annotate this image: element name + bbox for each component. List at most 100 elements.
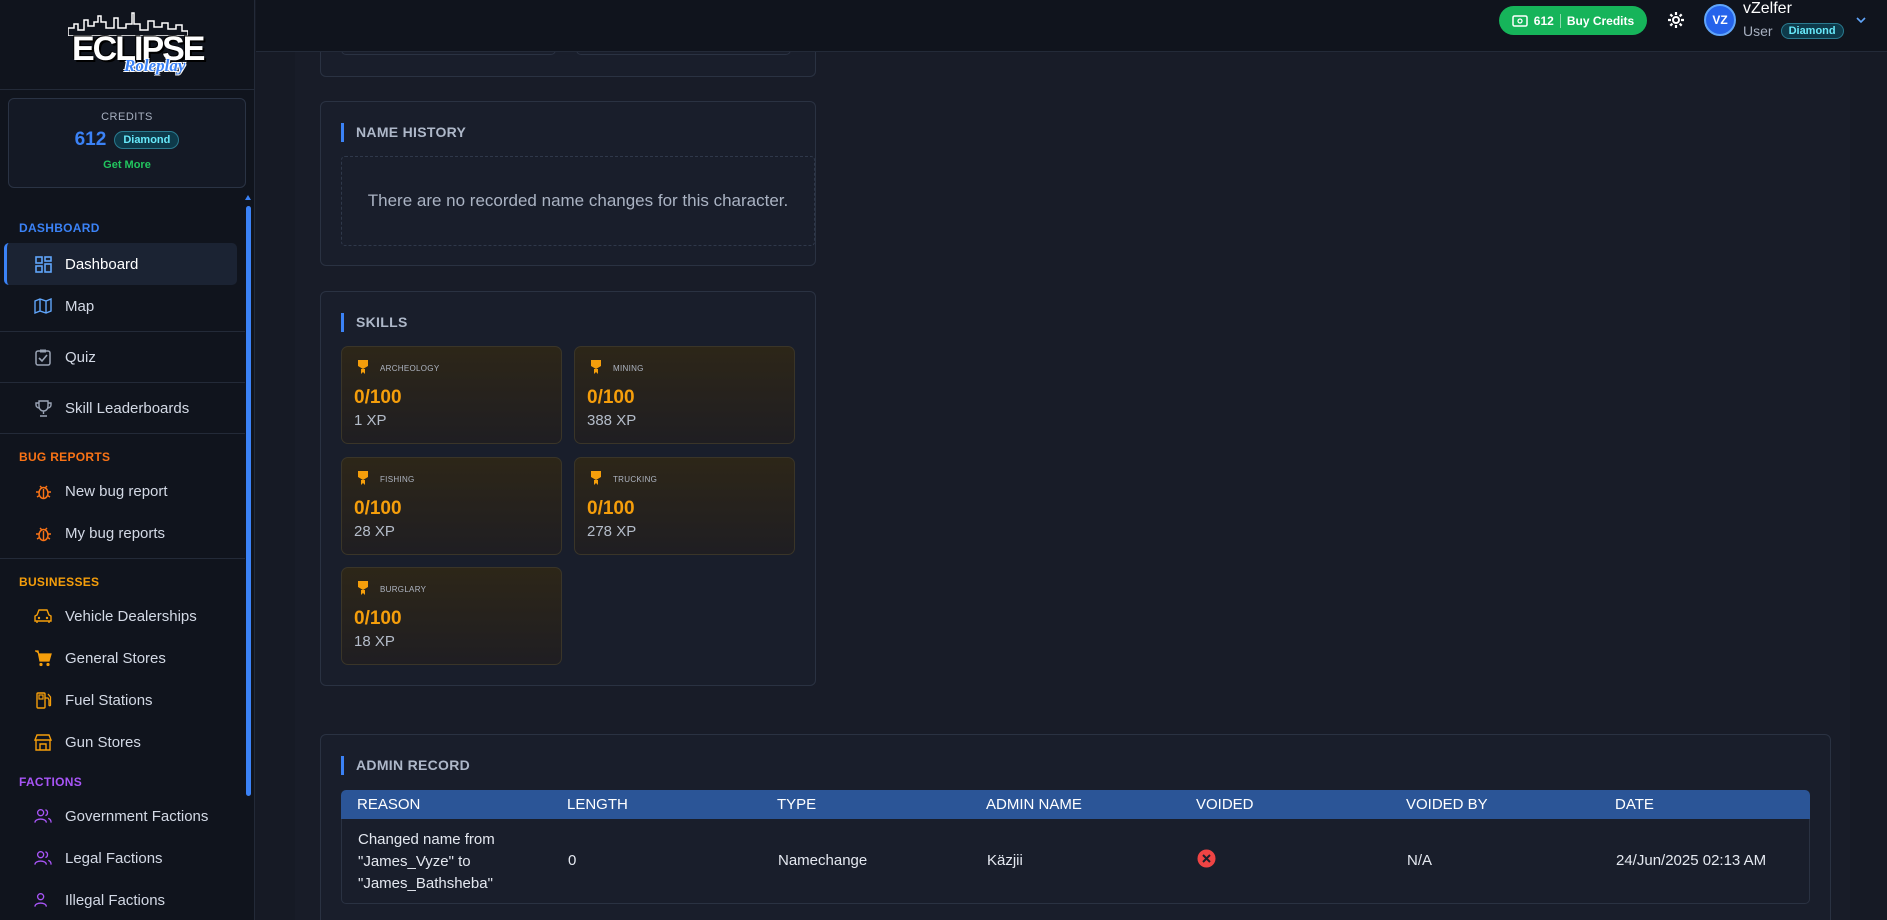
credits-value: 612 bbox=[74, 129, 107, 150]
skill-xp: 388 XP bbox=[587, 412, 637, 429]
reason-line: Changed name from bbox=[358, 831, 495, 848]
skill-xp: 1 XP bbox=[354, 412, 387, 429]
skill-value: 0/100 bbox=[354, 387, 402, 408]
tier-badge: Diamond bbox=[114, 131, 180, 149]
sidebar-item-label: Skill Leaderboards bbox=[65, 399, 190, 417]
sidebar-item-fuel-stations[interactable]: Fuel Stations bbox=[4, 679, 237, 721]
sidebar-item-skill-leaderboards[interactable]: Skill Leaderboards bbox=[4, 387, 237, 429]
sidebar-nav: DASHBOARD Dashboard Map Quiz Skill Leade… bbox=[0, 200, 245, 920]
logo-area[interactable]: ECLIPSE Roleplay bbox=[0, 0, 254, 90]
column-header-length[interactable]: LENGTH bbox=[567, 790, 628, 819]
sidebar-item-illegal-factions[interactable]: Illegal Factions bbox=[4, 879, 237, 920]
table-header: REASON LENGTH TYPE ADMIN NAME VOIDED VOI… bbox=[341, 790, 1810, 819]
skill-card-archeology: ARCHEOLOGY 0/100 1 XP bbox=[341, 346, 562, 444]
credits-label: CREDITS bbox=[101, 111, 153, 123]
skill-name: BURGLARY bbox=[380, 585, 427, 594]
sidebar-item-label: Quiz bbox=[65, 348, 96, 366]
admin-record-card: ADMIN RECORD REASON LENGTH TYPE ADMIN NA… bbox=[320, 734, 1831, 920]
divider bbox=[0, 558, 245, 559]
skill-value: 0/100 bbox=[354, 498, 402, 519]
column-header-voided[interactable]: VOIDED bbox=[1196, 790, 1254, 819]
users-icon bbox=[34, 891, 52, 909]
skill-value: 0/100 bbox=[587, 387, 635, 408]
section-businesses: BUSINESSES bbox=[19, 575, 100, 589]
divider bbox=[0, 331, 245, 332]
sidebar-item-quiz[interactable]: Quiz bbox=[4, 336, 237, 378]
sidebar-item-vehicle-dealerships[interactable]: Vehicle Dealerships bbox=[4, 595, 237, 637]
tier-badge: Diamond bbox=[1780, 23, 1844, 39]
settings-gear-icon[interactable] bbox=[1667, 11, 1685, 29]
sidebar-item-general-stores[interactable]: General Stores bbox=[4, 637, 237, 679]
column-header-voided-by[interactable]: VOIDED BY bbox=[1406, 790, 1488, 819]
sidebar: ECLIPSE Roleplay CREDITS 612 Diamond Get… bbox=[0, 0, 255, 920]
users-icon bbox=[34, 807, 52, 825]
sidebar-item-legal-factions[interactable]: Legal Factions bbox=[4, 837, 237, 879]
bug-icon bbox=[34, 482, 52, 500]
buy-credits-button[interactable]: 612 Buy Credits bbox=[1499, 6, 1647, 35]
fuel-icon bbox=[34, 691, 52, 709]
separator bbox=[1559, 13, 1561, 28]
sidebar-item-map[interactable]: Map bbox=[4, 285, 237, 327]
username[interactable]: vZelfer bbox=[1743, 0, 1792, 18]
cell-reason: Changed name from "James_Vyze" to "James… bbox=[358, 829, 495, 895]
column-header-admin-name[interactable]: ADMIN NAME bbox=[986, 790, 1082, 819]
cell-date: 24/Jun/2025 02:13 AM bbox=[1616, 852, 1767, 869]
role-label: User bbox=[1743, 23, 1773, 39]
column-header-date[interactable]: DATE bbox=[1615, 790, 1654, 819]
skill-card-trucking: TRUCKING 0/100 278 XP bbox=[574, 457, 795, 555]
sidebar-item-gun-stores[interactable]: Gun Stores bbox=[4, 721, 237, 763]
scroll-up-arrow[interactable] bbox=[245, 195, 251, 200]
cell-length: 0 bbox=[568, 852, 577, 869]
trophy-icon bbox=[34, 399, 52, 417]
sidebar-item-government-factions[interactable]: Government Factions bbox=[4, 795, 237, 837]
map-icon bbox=[34, 297, 52, 315]
sidebar-item-label: New bug report bbox=[65, 482, 168, 500]
sidebar-item-label: Government Factions bbox=[65, 807, 209, 825]
buy-credits-label: Buy Credits bbox=[1566, 13, 1635, 28]
reason-line: "James_Vyze" to bbox=[358, 853, 471, 870]
cell-type: Namechange bbox=[778, 852, 868, 869]
sidebar-item-label: Fuel Stations bbox=[65, 691, 153, 709]
money-icon bbox=[1512, 14, 1528, 27]
skill-card-mining: MINING 0/100 388 XP bbox=[574, 346, 795, 444]
sidebar-item-label: Illegal Factions bbox=[65, 891, 166, 909]
sidebar-item-dashboard[interactable]: Dashboard bbox=[4, 243, 237, 285]
skill-name: TRUCKING bbox=[613, 475, 658, 484]
sidebar-item-label: Map bbox=[65, 297, 95, 315]
skill-xp: 18 XP bbox=[354, 633, 395, 650]
column-header-reason[interactable]: REASON bbox=[357, 790, 420, 819]
sidebar-item-new-bug-report[interactable]: New bug report bbox=[4, 470, 237, 512]
section-dashboard: DASHBOARD bbox=[19, 221, 100, 235]
skill-card-burglary: BURGLARY 0/100 18 XP bbox=[341, 567, 562, 665]
divider bbox=[0, 382, 245, 383]
reason-line: "James_Bathsheba" bbox=[358, 875, 493, 892]
award-icon bbox=[358, 471, 368, 485]
award-icon bbox=[358, 360, 368, 374]
divider bbox=[0, 433, 245, 434]
get-more-link[interactable]: Get More bbox=[9, 159, 245, 171]
sidebar-item-my-bug-reports[interactable]: My bug reports bbox=[4, 512, 237, 554]
table-row: Changed name from "James_Vyze" to "James… bbox=[341, 819, 1810, 904]
chevron-down-icon[interactable] bbox=[1855, 14, 1867, 26]
skill-value: 0/100 bbox=[587, 498, 635, 519]
cell-admin-name: Käzjii bbox=[987, 852, 1023, 869]
admin-record-title: ADMIN RECORD bbox=[341, 756, 470, 775]
skills-title: SKILLS bbox=[341, 313, 408, 332]
award-icon bbox=[591, 360, 601, 374]
avatar[interactable]: VZ bbox=[1704, 4, 1736, 36]
skill-name: ARCHEOLOGY bbox=[380, 364, 440, 373]
car-icon bbox=[34, 607, 52, 625]
eclipse-logo[interactable]: ECLIPSE Roleplay bbox=[62, 10, 205, 80]
skill-value: 0/100 bbox=[354, 608, 402, 629]
topbar-credits: 612 bbox=[1533, 13, 1554, 28]
section-bug-reports: BUG REPORTS bbox=[19, 450, 111, 464]
sidebar-item-label: Legal Factions bbox=[65, 849, 163, 867]
sidebar-scrollbar[interactable] bbox=[246, 206, 251, 796]
column-header-type[interactable]: TYPE bbox=[777, 790, 816, 819]
sidebar-item-label: Dashboard bbox=[65, 255, 139, 273]
bug-icon bbox=[34, 524, 52, 542]
sidebar-item-label: General Stores bbox=[65, 649, 166, 667]
name-history-title: NAME HISTORY bbox=[341, 123, 466, 142]
quiz-icon bbox=[34, 348, 52, 366]
skill-name: FISHING bbox=[380, 475, 415, 484]
